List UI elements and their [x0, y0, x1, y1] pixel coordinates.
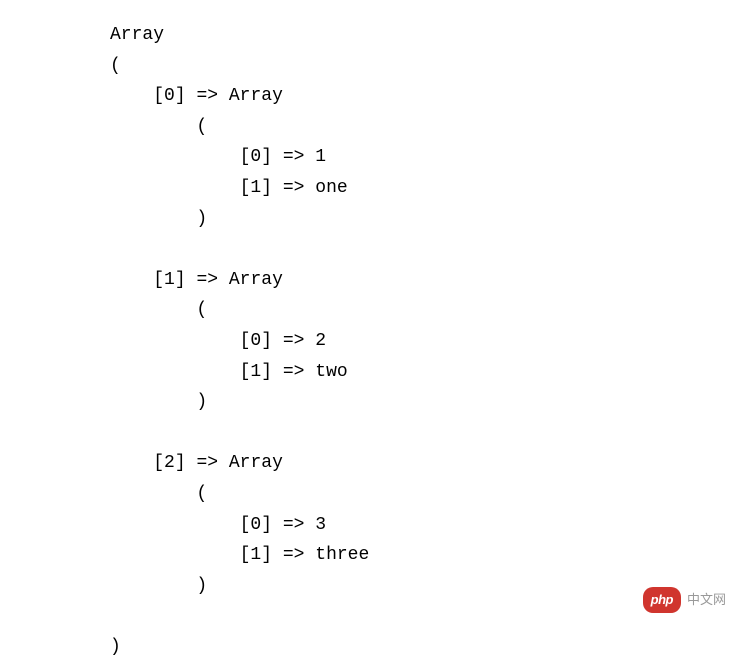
paren-close: ) — [110, 637, 121, 657]
arrow: => — [283, 362, 305, 382]
child-value: one — [315, 178, 347, 198]
arrow: => — [283, 515, 305, 535]
arrow: => — [283, 331, 305, 351]
child-value: three — [315, 545, 369, 565]
child-value: 2 — [315, 331, 326, 351]
paren-open: ( — [196, 300, 207, 320]
child-key: [0] — [240, 147, 272, 167]
code-output: Array ( [0] => Array ( [0] => 1 [1] => o… — [110, 20, 746, 662]
arrow: => — [283, 545, 305, 565]
child-value: two — [315, 362, 347, 382]
item-key: [0] — [153, 86, 185, 106]
paren-close: ) — [196, 576, 207, 596]
watermark: php 中文网 — [643, 587, 726, 613]
arrow: => — [283, 178, 305, 198]
item-type: Array — [229, 86, 283, 106]
root-type: Array — [110, 25, 164, 45]
paren-close: ) — [196, 392, 207, 412]
paren-close: ) — [196, 209, 207, 229]
child-key: [0] — [240, 331, 272, 351]
watermark-badge: php — [643, 587, 681, 613]
child-key: [1] — [240, 362, 272, 382]
watermark-text: 中文网 — [687, 589, 726, 611]
item-key: [1] — [153, 270, 185, 290]
arrow: => — [196, 453, 218, 473]
paren-open: ( — [110, 56, 121, 76]
child-key: [0] — [240, 515, 272, 535]
child-key: [1] — [240, 545, 272, 565]
paren-open: ( — [196, 117, 207, 137]
paren-open: ( — [196, 484, 207, 504]
arrow: => — [283, 147, 305, 167]
arrow: => — [196, 270, 218, 290]
child-value: 3 — [315, 515, 326, 535]
item-type: Array — [229, 453, 283, 473]
item-key: [2] — [153, 453, 185, 473]
child-value: 1 — [315, 147, 326, 167]
child-key: [1] — [240, 178, 272, 198]
arrow: => — [196, 86, 218, 106]
item-type: Array — [229, 270, 283, 290]
